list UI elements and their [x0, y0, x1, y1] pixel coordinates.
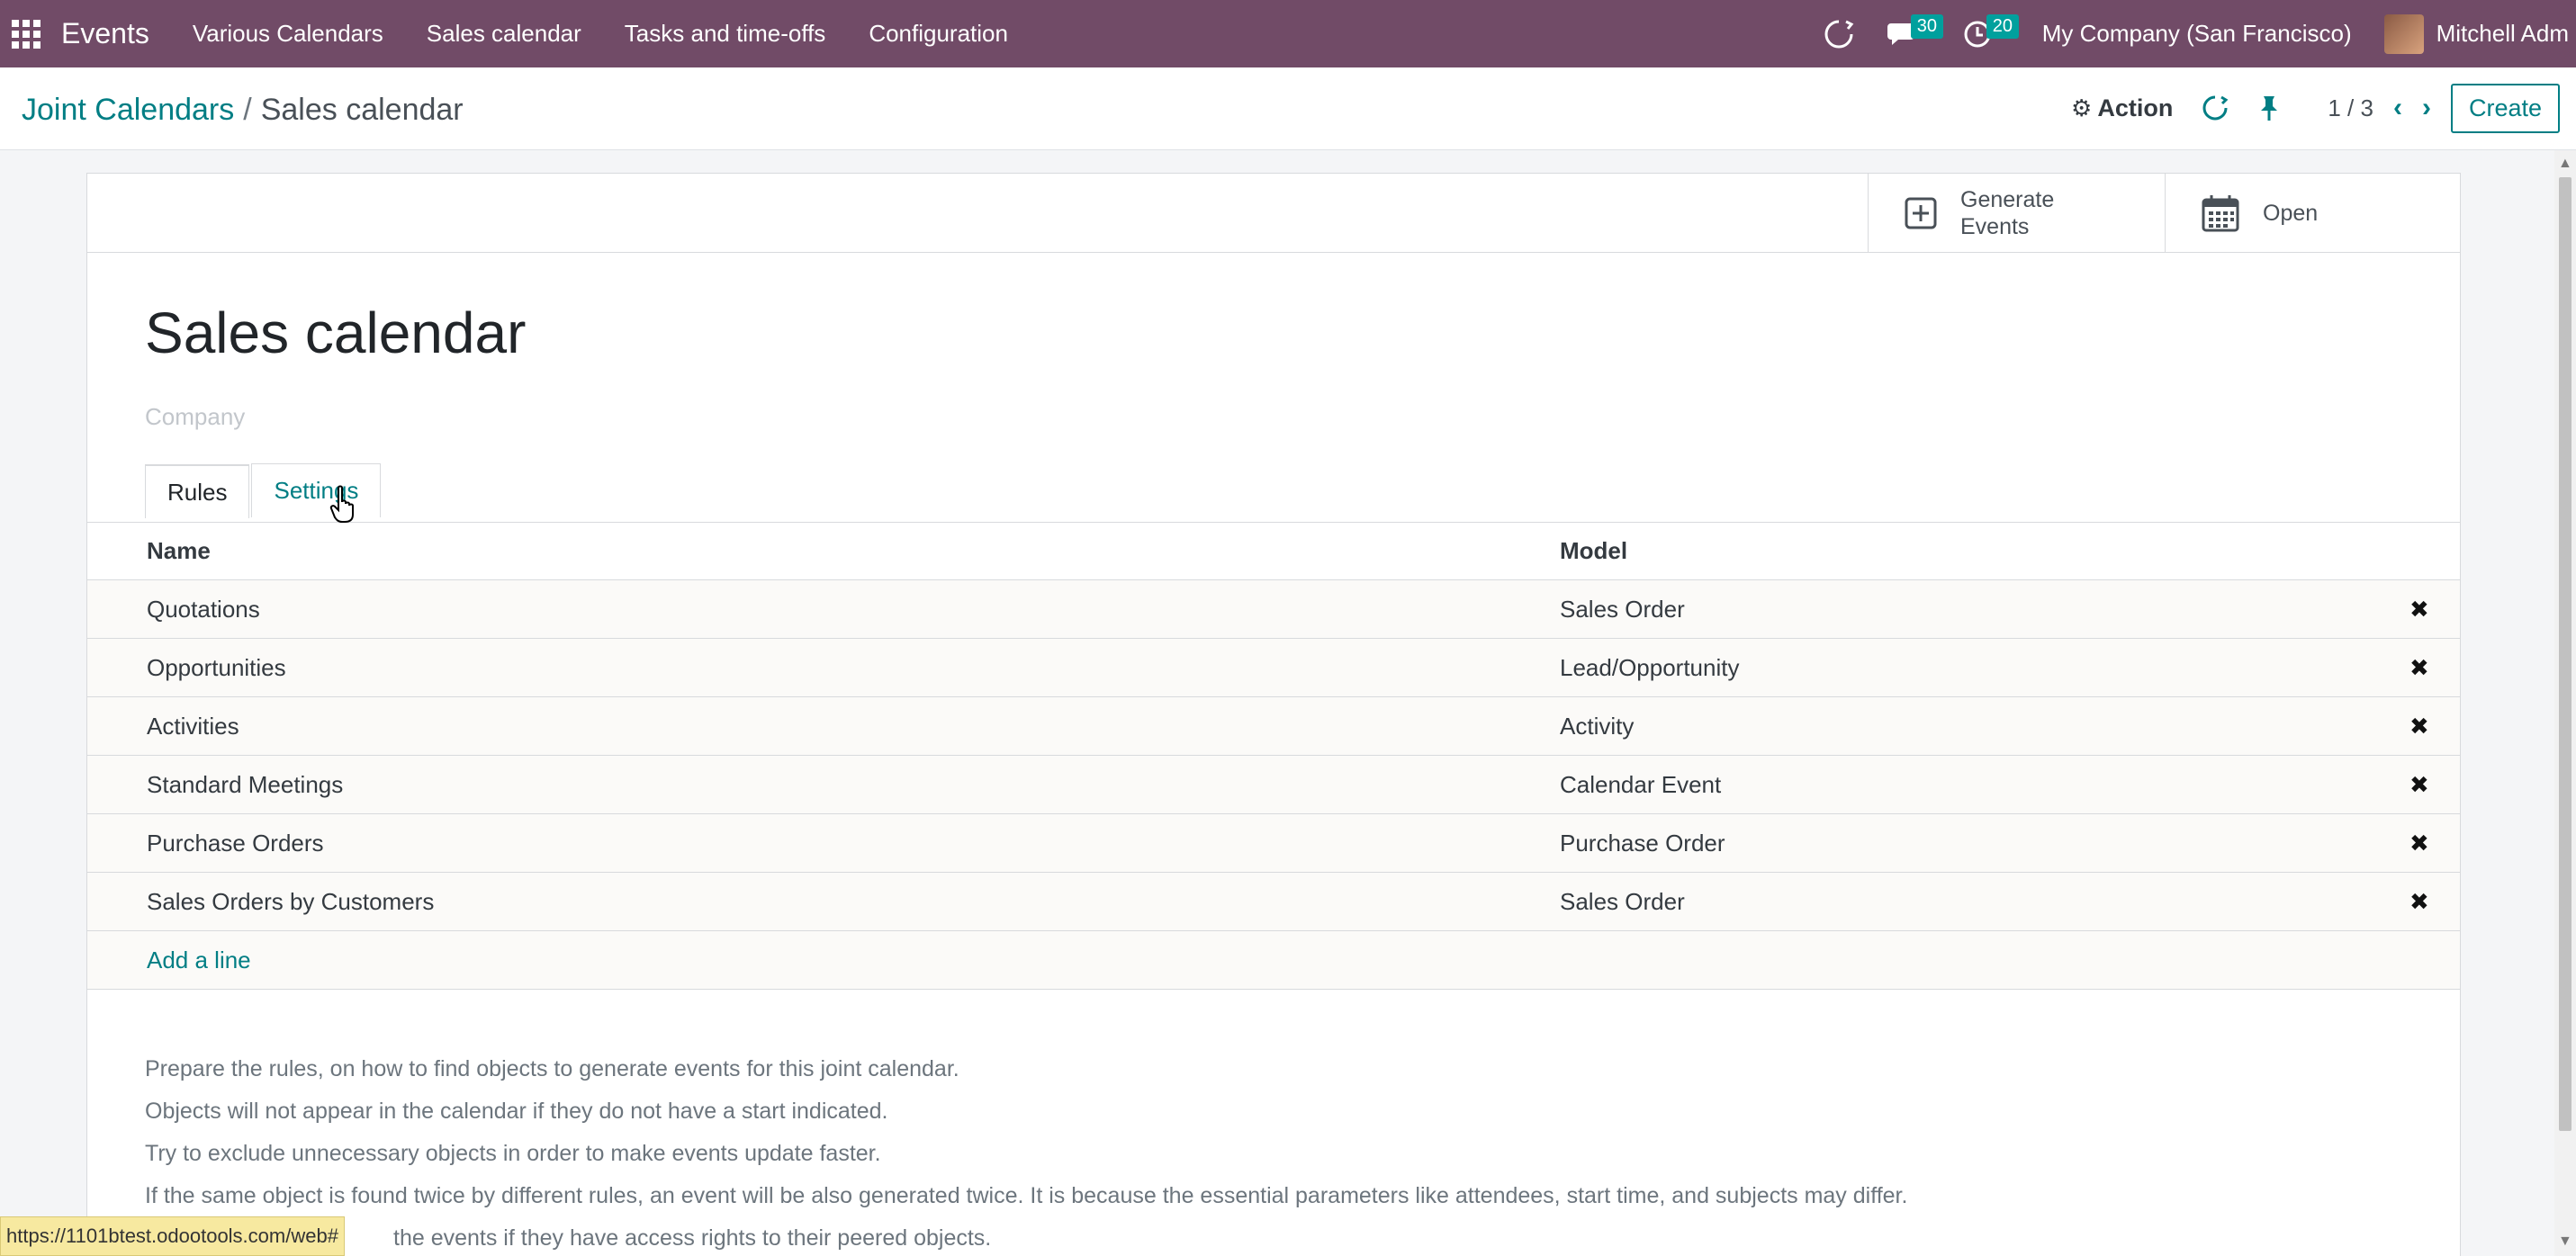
table-row[interactable]: Purchase Orders Purchase Order ✖: [87, 814, 2460, 873]
column-header-model[interactable]: Model: [1560, 537, 1627, 565]
avatar[interactable]: [2383, 13, 2424, 54]
rule-name: Standard Meetings: [147, 770, 344, 798]
help-line: Prepare the rules, on how to find object…: [145, 1056, 959, 1081]
delete-icon[interactable]: ✖: [2409, 888, 2429, 916]
delete-icon[interactable]: ✖: [2409, 830, 2429, 857]
breadcrumb-separator: /: [243, 93, 252, 127]
rule-model: Calendar Event: [1560, 770, 1722, 798]
form-sheet: Generate Events Open Sales calendar Comp…: [86, 173, 2461, 1256]
scroll-down-arrow-icon[interactable]: ▼: [2558, 1234, 2572, 1250]
hand-cursor-icon: [329, 484, 360, 528]
list-header: Name Model: [87, 523, 2460, 580]
delete-icon[interactable]: ✖: [2409, 596, 2429, 624]
add-line-link[interactable]: Add a line: [87, 931, 2460, 990]
calendar-icon: [2202, 195, 2239, 232]
pager-next-icon[interactable]: ›: [2422, 93, 2431, 123]
table-row[interactable]: Sales Orders by Customers Sales Order ✖: [87, 873, 2460, 931]
action-label: Action: [2097, 94, 2174, 121]
plus-square-icon: [1905, 197, 1937, 229]
menu-sales-calendar[interactable]: Sales calendar: [427, 20, 581, 48]
reload-record-icon[interactable]: [2202, 94, 2229, 121]
help-text: Prepare the rules, on how to find object…: [145, 1048, 1907, 1256]
scroll-thumb[interactable]: [2559, 177, 2571, 1131]
rule-model: Purchase Order: [1560, 829, 1725, 857]
rule-model: Activity: [1560, 712, 1635, 740]
action-button[interactable]: ⚙ Action: [2071, 94, 2173, 122]
generate-label-line2: Events: [1960, 214, 2030, 239]
activities-button[interactable]: 20: [1963, 13, 2019, 49]
create-button[interactable]: Create: [2450, 83, 2560, 133]
help-line: If the same object is found twice by dif…: [145, 1183, 1908, 1208]
help-line: the events if they have access rights to…: [393, 1225, 992, 1251]
page-scrollbar[interactable]: ▲ ▼: [2554, 150, 2576, 1256]
status-url: https://1101btest.odootools.com/web#: [0, 1216, 345, 1256]
tab-rules[interactable]: Rules: [145, 464, 250, 518]
apps-menu-icon[interactable]: [0, 0, 52, 67]
open-label: Open: [2263, 201, 2319, 226]
breadcrumb-current: Sales calendar: [260, 93, 464, 127]
menu-various-calendars[interactable]: Various Calendars: [193, 20, 383, 48]
top-navbar: Events Various Calendars Sales calendar …: [0, 0, 2576, 67]
rule-name: Opportunities: [147, 653, 286, 681]
rule-model: Lead/Opportunity: [1560, 653, 1740, 681]
button-box: Generate Events Open: [87, 174, 2460, 253]
activities-badge: 20: [1986, 13, 2019, 39]
app-name[interactable]: Events: [61, 17, 149, 50]
pin-icon[interactable]: [2257, 94, 2281, 121]
column-header-name[interactable]: Name: [147, 537, 211, 565]
menu-configuration[interactable]: Configuration: [869, 20, 1008, 48]
refresh-icon[interactable]: [1823, 18, 1855, 50]
table-row[interactable]: Activities Activity ✖: [87, 697, 2460, 756]
help-line: Try to exclude unnecessary objects in or…: [145, 1141, 881, 1166]
delete-icon[interactable]: ✖: [2409, 771, 2429, 799]
breadcrumb-parent[interactable]: Joint Calendars: [22, 93, 234, 127]
company-field[interactable]: Company: [145, 403, 245, 431]
scroll-up-arrow-icon[interactable]: ▲: [2558, 156, 2572, 172]
pager-previous-icon[interactable]: ‹: [2393, 93, 2402, 123]
help-line: Objects will not appear in the calendar …: [145, 1099, 888, 1124]
delete-icon[interactable]: ✖: [2409, 713, 2429, 740]
rule-name: Sales Orders by Customers: [147, 887, 435, 915]
company-switcher[interactable]: My Company (San Francisco): [2042, 20, 2352, 48]
generate-events-button[interactable]: Generate Events: [1868, 174, 2165, 253]
record-title[interactable]: Sales calendar: [145, 300, 526, 366]
rule-model: Sales Order: [1560, 595, 1685, 623]
table-row[interactable]: Quotations Sales Order ✖: [87, 580, 2460, 639]
delete-icon[interactable]: ✖: [2409, 654, 2429, 682]
control-panel: Joint Calendars / Sales calendar ⚙ Action …: [0, 67, 2576, 150]
generate-label-line1: Generate: [1960, 187, 2055, 212]
table-row[interactable]: Standard Meetings Calendar Event ✖: [87, 756, 2460, 814]
rule-name: Purchase Orders: [147, 829, 324, 857]
open-calendar-button[interactable]: Open: [2165, 174, 2462, 253]
pager-value[interactable]: 1 / 3: [2328, 94, 2373, 122]
rule-name: Activities: [147, 712, 239, 740]
breadcrumb: Joint Calendars / Sales calendar: [22, 93, 464, 128]
messages-button[interactable]: 30: [1887, 13, 1943, 49]
tab-settings[interactable]: Settings: [251, 463, 382, 517]
rule-name: Quotations: [147, 595, 260, 623]
gear-icon: ⚙: [2071, 94, 2093, 121]
user-menu[interactable]: Mitchell Adm: [2436, 20, 2569, 48]
messages-badge: 30: [1910, 13, 1943, 39]
rules-list: Name Model Quotations Sales Order ✖ Oppo…: [87, 523, 2460, 990]
rule-model: Sales Order: [1560, 887, 1685, 915]
table-row[interactable]: Opportunities Lead/Opportunity ✖: [87, 639, 2460, 697]
menu-tasks-time-offs[interactable]: Tasks and time-offs: [625, 20, 826, 48]
